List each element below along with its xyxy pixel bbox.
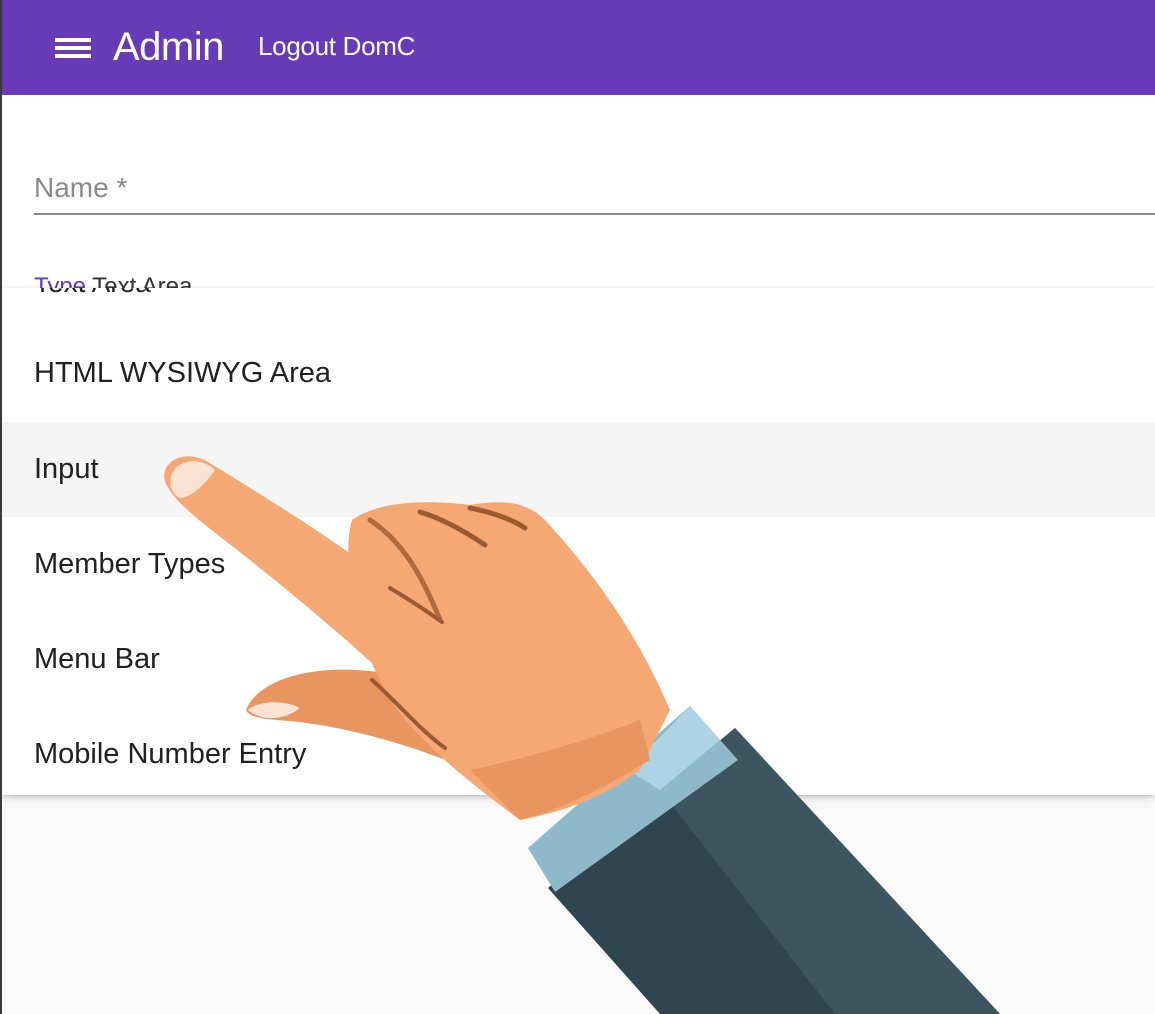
dropdown-option-html-wysiwyg-area[interactable]: HTML WYSIWYG Area [2, 326, 1155, 421]
logout-link[interactable]: Logout DomC [258, 29, 415, 63]
app-bar: Admin Logout DomC [0, 0, 1155, 95]
dropdown-option-input[interactable]: Input [2, 422, 1155, 517]
type-field-label: Type Text Area [34, 272, 192, 288]
dropdown-option-member-types[interactable]: Member Types [2, 517, 1155, 612]
dropdown-option-menu-bar[interactable]: Menu Bar [2, 612, 1155, 707]
name-input[interactable] [34, 163, 1155, 215]
menu-icon [55, 38, 91, 58]
type-current-value: Text Area [92, 273, 193, 288]
type-dropdown-menu: Text Area HTML WYSIWYG Area Input Member… [2, 288, 1155, 795]
menu-button[interactable] [48, 28, 98, 68]
app-title: Admin [113, 25, 224, 69]
dropdown-option-mobile-number-entry[interactable]: Mobile Number Entry [2, 707, 1155, 795]
name-field[interactable] [34, 163, 1155, 218]
window-edge [0, 0, 2, 1014]
dropdown-option-partial[interactable]: Text Area [34, 288, 151, 300]
type-label-text: Type [34, 273, 87, 288]
